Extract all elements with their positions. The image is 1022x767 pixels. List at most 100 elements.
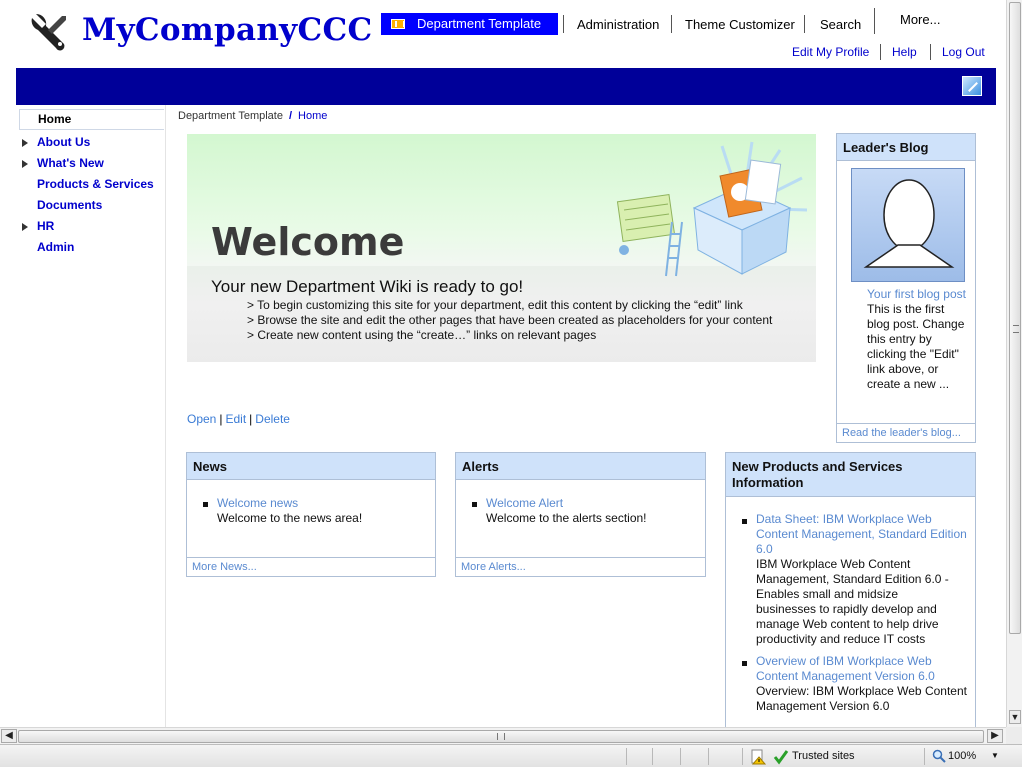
portlet-title: Alerts: [456, 453, 705, 480]
welcome-banner: Welcome Your new Department Wiki is read…: [187, 134, 816, 362]
blog-post-text: this entry by: [867, 332, 932, 346]
scroll-left-arrow-icon[interactable]: ◀: [1, 729, 17, 743]
action-separator: |: [249, 412, 253, 426]
alert-item-link[interactable]: Welcome Alert: [486, 496, 563, 510]
log-out-link[interactable]: Log Out: [942, 45, 985, 59]
site-logo-text[interactable]: MyCompanyCCC: [82, 12, 372, 48]
blog-post-text: create a new ...: [867, 377, 950, 391]
portlet-title: Leader's Blog: [837, 134, 975, 161]
sidebar-item-admin[interactable]: Admin: [16, 237, 166, 258]
product-item-link[interactable]: 6.0: [756, 542, 773, 556]
zoom-magnifier-icon[interactable]: [932, 749, 946, 763]
product-item-link[interactable]: Data Sheet: IBM Workplace Web: [756, 512, 932, 526]
tab-search[interactable]: Search: [820, 14, 861, 36]
product-item-link[interactable]: Content Management, Standard Edition: [756, 527, 967, 541]
edit-page-icon[interactable]: [962, 76, 982, 96]
status-divider: [626, 748, 627, 765]
sidebar-item-about-us[interactable]: About Us: [16, 132, 166, 153]
product-item-text: Overview: IBM Workplace Web Content: [756, 684, 967, 698]
news-item-link[interactable]: Welcome news: [217, 496, 298, 510]
product-item-text: Management, Standard Edition 6.0 -: [756, 572, 949, 586]
sidebar-item-hr[interactable]: HR: [16, 216, 166, 237]
delete-link[interactable]: Delete: [255, 412, 290, 426]
status-divider: [742, 748, 743, 765]
sidebar-item-label: HR: [37, 219, 55, 233]
expand-arrow-icon[interactable]: [22, 139, 28, 147]
scroll-right-arrow-icon[interactable]: ▶: [987, 729, 1003, 743]
action-separator: |: [219, 412, 223, 426]
read-leaders-blog-link[interactable]: Read the leader's blog...: [837, 423, 975, 442]
zoom-level[interactable]: 100%: [948, 750, 976, 762]
grip-icon: [1013, 325, 1019, 333]
bullet-icon: [203, 502, 208, 507]
expand-arrow-icon[interactable]: [22, 160, 28, 168]
product-item-link[interactable]: Content Management Version 6.0: [756, 669, 935, 683]
breadcrumb-current[interactable]: Home: [298, 110, 327, 122]
tab-divider: [671, 15, 672, 33]
zoom-dropdown-arrow-icon[interactable]: ▼: [991, 751, 999, 760]
tab-more[interactable]: More...: [900, 9, 940, 31]
welcome-heading: Welcome: [211, 220, 405, 264]
page-toolbar-bar: [16, 68, 996, 105]
site-header: MyCompanyCCC Department Template Adminis…: [16, 0, 996, 68]
scroll-down-arrow-icon[interactable]: ▼: [1009, 710, 1021, 724]
news-portlet: News Welcome news Welcome to the news ar…: [186, 452, 436, 577]
scrollbar-thumb[interactable]: [1009, 2, 1021, 634]
portlet-title: News: [187, 453, 435, 480]
page-warning-icon[interactable]: [750, 749, 766, 765]
product-item-text: productivity and reduce IT costs: [756, 632, 926, 646]
tab-administration[interactable]: Administration: [577, 14, 659, 36]
open-link[interactable]: Open: [187, 412, 216, 426]
link-divider: [880, 44, 881, 60]
tab-theme-customizer[interactable]: Theme Customizer: [685, 14, 795, 36]
blog-post-text: link above, or: [867, 362, 939, 376]
more-news-link[interactable]: More News...: [187, 557, 435, 576]
horizontal-scrollbar[interactable]: ◀ ▶: [0, 727, 1006, 744]
person-silhouette-icon: [863, 179, 955, 268]
help-link[interactable]: Help: [892, 45, 917, 59]
sidebar-item-label: What's New: [37, 156, 104, 170]
sidebar-item-label: About Us: [37, 135, 91, 149]
tab-department-template[interactable]: Department Template: [381, 13, 558, 35]
product-item-link[interactable]: Overview of IBM Workplace Web: [756, 654, 932, 668]
sidebar-item-whats-new[interactable]: What's New: [16, 153, 166, 174]
grip-icon: [497, 733, 505, 740]
browser-viewport: MyCompanyCCC Department Template Adminis…: [0, 0, 1006, 727]
status-divider: [680, 748, 681, 765]
scrollbar-corner: [1006, 727, 1022, 744]
alerts-portlet: Alerts Welcome Alert Welcome to the aler…: [455, 452, 706, 577]
welcome-instruction: > To begin customizing this site for you…: [247, 298, 743, 312]
edit-link[interactable]: Edit: [225, 412, 246, 426]
vertical-scrollbar[interactable]: ▼: [1006, 0, 1022, 727]
sidebar-item-home[interactable]: Home: [19, 109, 164, 130]
status-divider: [652, 748, 653, 765]
product-item-text: businesses to rapidly develop and: [756, 602, 937, 616]
breadcrumb-parent[interactable]: Department Template: [178, 110, 283, 122]
status-divider: [924, 748, 925, 765]
bullet-icon: [472, 502, 477, 507]
expand-arrow-icon[interactable]: [22, 223, 28, 231]
security-zone-label: Trusted sites: [792, 750, 855, 762]
sidebar-item-documents[interactable]: Documents: [16, 195, 166, 216]
blog-post-text: This is the first: [867, 302, 945, 316]
blog-post-link[interactable]: Your first blog post: [867, 287, 966, 301]
more-alerts-link[interactable]: More Alerts...: [456, 557, 705, 576]
product-item-text: Management Version 6.0: [756, 699, 890, 713]
open-box-illustration-icon: [616, 141, 808, 277]
product-item-text: IBM Workplace Web Content: [756, 557, 911, 571]
avatar: [851, 168, 965, 282]
edit-my-profile-link[interactable]: Edit My Profile: [792, 45, 869, 59]
new-products-portlet: New Products and Services Information Da…: [725, 452, 976, 727]
breadcrumb-separator: /: [288, 110, 293, 122]
scrollbar-thumb[interactable]: [18, 730, 984, 743]
tab-divider: [874, 8, 875, 34]
bullet-icon: [742, 661, 747, 666]
leaders-blog-portlet: Leader's Blog Your first blog post This …: [836, 133, 976, 443]
link-divider: [930, 44, 931, 60]
product-item-text: manage Web content to help drive: [756, 617, 939, 631]
sidebar-item-products-services[interactable]: Products & Services: [16, 174, 166, 195]
sidebar-nav: Home About Us What's New Products & Serv…: [16, 105, 166, 727]
page-icon: [391, 19, 405, 29]
alert-item-text: Welcome to the alerts section!: [486, 511, 647, 525]
status-divider: [708, 748, 709, 765]
